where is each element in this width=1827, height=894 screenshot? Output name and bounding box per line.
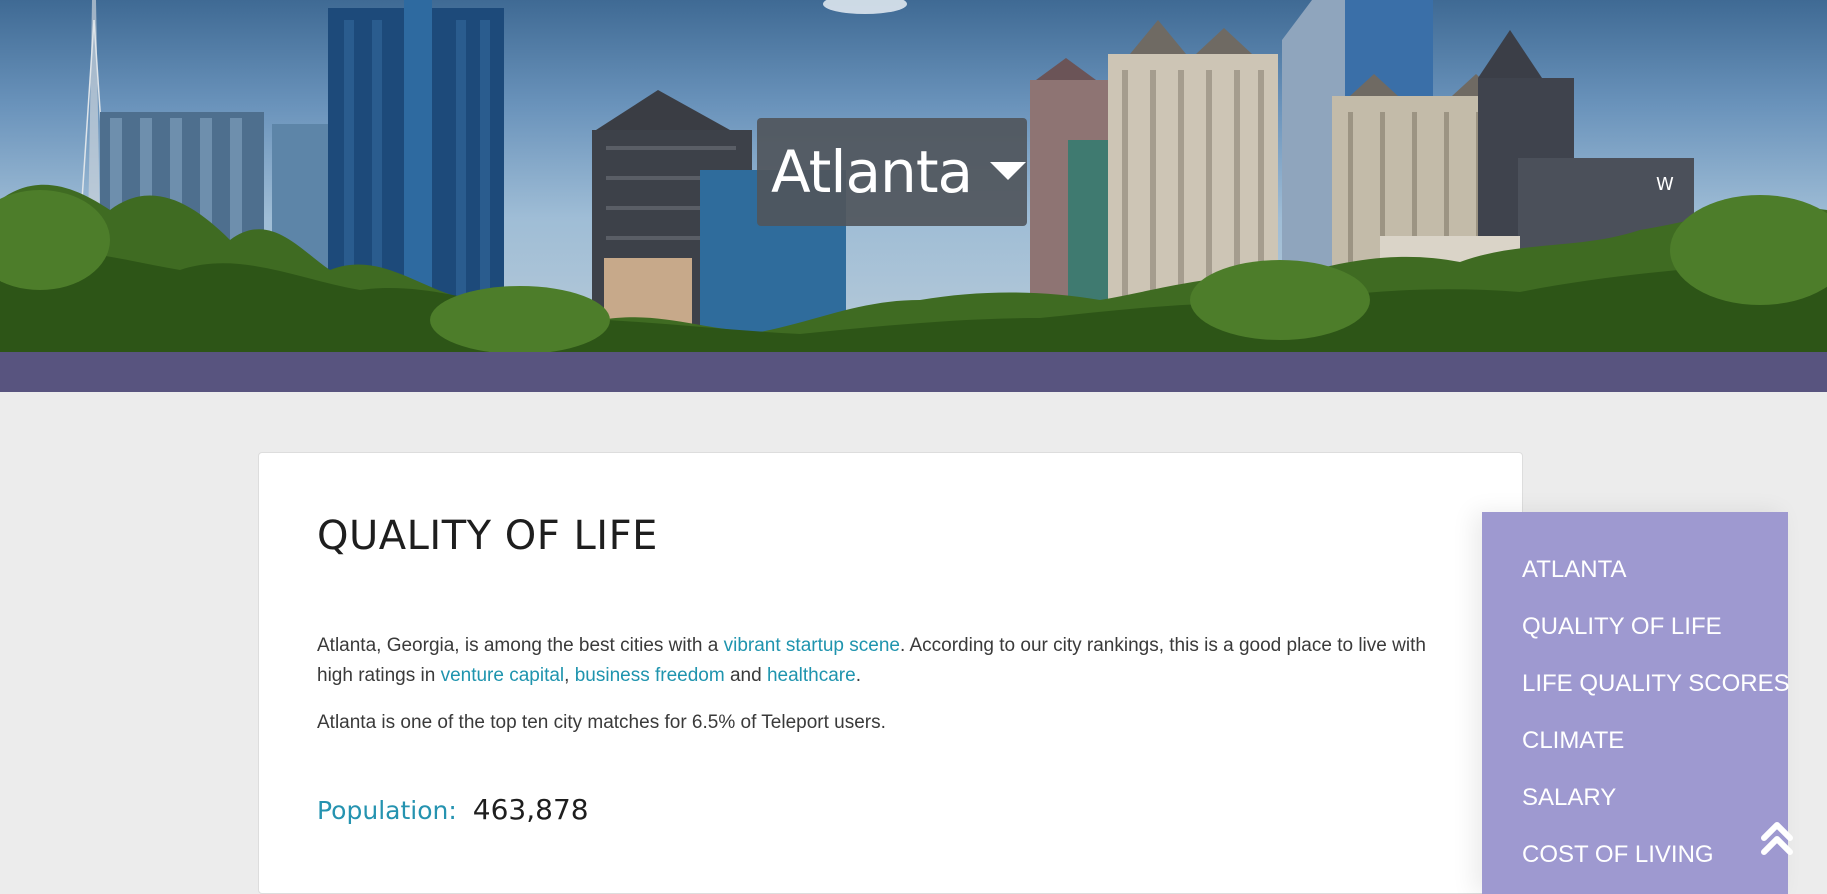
population-value: 463,878 [472, 793, 589, 826]
intro-text: . [855, 665, 861, 686]
city-name: Atlanta [771, 138, 973, 206]
section-title: QUALITY OF LIFE [317, 513, 658, 559]
intro-paragraph: Atlanta, Georgia, is among the best citi… [317, 631, 1467, 691]
city-selector-dropdown[interactable]: Atlanta [757, 118, 1027, 226]
matches-paragraph: Atlanta is one of the top ten city match… [317, 712, 886, 733]
nav-item-climate[interactable]: CLIMATE [1522, 727, 1624, 755]
svg-text:W: W [1656, 174, 1674, 195]
nav-item-life-quality-scores[interactable]: LIFE QUALITY SCORES [1522, 670, 1790, 698]
nav-item-atlanta[interactable]: ATLANTA [1522, 556, 1626, 584]
intro-text: , [564, 665, 575, 686]
hero-bottom-band [0, 352, 1827, 392]
venture-capital-link[interactable]: venture capital [441, 665, 565, 686]
population-label: Population: [317, 796, 457, 825]
quality-of-life-card: QUALITY OF LIFE Atlanta, Georgia, is amo… [258, 452, 1523, 894]
population-row: Population: 463,878 [317, 793, 589, 826]
nav-item-salary[interactable]: SALARY [1522, 784, 1616, 812]
startup-scene-link[interactable]: vibrant startup scene [724, 635, 900, 656]
intro-text: and [724, 665, 767, 686]
double-chevron-up-icon[interactable] [1760, 818, 1794, 858]
business-freedom-link[interactable]: business freedom [575, 665, 725, 686]
intro-text: Atlanta, Georgia, is among the best citi… [317, 635, 724, 656]
nav-item-quality-of-life[interactable]: QUALITY OF LIFE [1522, 613, 1722, 641]
section-side-nav: ATLANTA QUALITY OF LIFE LIFE QUALITY SCO… [1482, 512, 1790, 894]
healthcare-link[interactable]: healthcare [767, 665, 856, 686]
chevron-down-icon [990, 162, 1027, 180]
nav-item-cost-of-living[interactable]: COST OF LIVING [1522, 841, 1714, 869]
